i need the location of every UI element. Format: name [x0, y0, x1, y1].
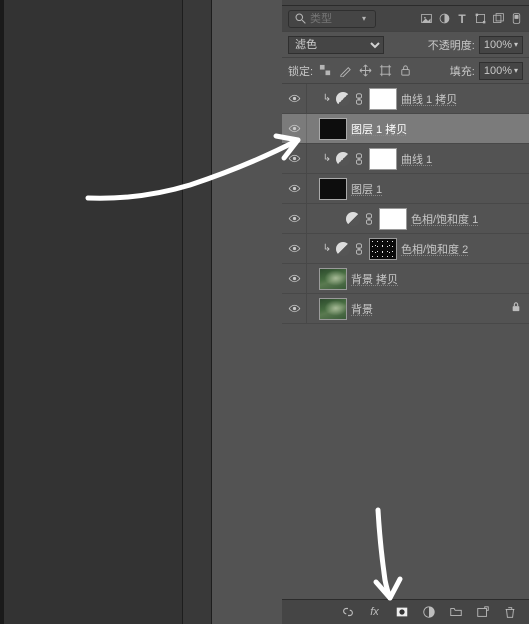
clip-indicator-icon: ↳ — [321, 153, 333, 164]
mask-link-icon[interactable] — [353, 153, 365, 165]
layer-name[interactable]: 色相/饱和度 2 — [401, 241, 468, 257]
layer-name[interactable]: 图层 1 拷贝 — [351, 121, 407, 137]
fill-value[interactable]: 100%▾ — [479, 62, 523, 80]
adjustment-icon — [346, 212, 360, 226]
adjustment-icon — [336, 242, 350, 256]
layer-thumbnail[interactable] — [319, 118, 347, 140]
chevron-down-icon: ▾ — [357, 12, 371, 26]
lock-fill-row: 锁定: 填充: 100%▾ — [282, 58, 529, 84]
lock-label: 锁定: — [288, 63, 313, 79]
filter-smart-icon[interactable] — [491, 12, 505, 26]
visibility-toggle[interactable] — [282, 244, 306, 253]
layer-name[interactable]: 曲线 1 — [401, 151, 432, 167]
new-adjustment-icon[interactable] — [421, 605, 436, 620]
chevron-down-icon: ▾ — [514, 40, 518, 49]
layer-row[interactable]: ↳ 色相/饱和度 2 — [282, 234, 529, 264]
layer-thumbnail[interactable] — [369, 88, 397, 110]
filter-image-icon[interactable] — [419, 12, 433, 26]
layer-thumbnail[interactable] — [319, 298, 347, 320]
filter-text-icon[interactable]: T — [455, 12, 469, 26]
new-group-icon[interactable] — [448, 605, 463, 620]
blend-opacity-row: 滤色 不透明度: 100%▾ — [282, 32, 529, 58]
layers-list[interactable]: ↳ 曲线 1 拷贝图层 1 拷贝 ↳ 曲线 1 图层 1 色相/饱和度 1 ↳ 色相/饱和度 … — [282, 84, 529, 599]
layer-row[interactable]: ↳ 曲线 1 拷贝 — [282, 84, 529, 114]
visibility-toggle[interactable] — [282, 274, 306, 283]
filter-toggle-switch[interactable] — [509, 12, 523, 26]
fx-icon[interactable]: fx — [367, 605, 382, 620]
mask-link-icon[interactable] — [363, 213, 375, 225]
lock-icon[interactable] — [511, 301, 521, 316]
mask-link-icon[interactable] — [353, 243, 365, 255]
link-layers-icon[interactable] — [340, 605, 355, 620]
clip-indicator-icon: ↳ — [321, 93, 333, 104]
adjustment-icon — [336, 92, 350, 106]
search-icon — [293, 12, 307, 26]
layers-panel: ▾ T 滤色 不透明度: 100%▾ 锁定: — [282, 0, 529, 624]
lock-pixels-icon[interactable] — [337, 63, 353, 79]
adjustment-icon — [336, 152, 350, 166]
layer-thumbnail[interactable] — [379, 208, 407, 230]
layer-name[interactable]: 背景 — [351, 301, 373, 317]
visibility-toggle[interactable] — [282, 124, 306, 133]
layer-row[interactable]: 色相/饱和度 1 — [282, 204, 529, 234]
filter-shape-icon[interactable] — [473, 12, 487, 26]
chevron-down-icon: ▾ — [514, 66, 518, 75]
new-layer-icon[interactable] — [475, 605, 490, 620]
layer-row[interactable]: ↳ 曲线 1 — [282, 144, 529, 174]
layer-filter-select[interactable]: ▾ — [288, 10, 376, 28]
canvas-area — [0, 0, 182, 624]
blend-mode-select[interactable]: 滤色 — [288, 36, 384, 54]
layer-thumbnail[interactable] — [369, 238, 397, 260]
layer-name[interactable]: 图层 1 — [351, 181, 382, 197]
lock-position-icon[interactable] — [357, 63, 373, 79]
layer-row[interactable]: 背景 — [282, 294, 529, 324]
visibility-toggle[interactable] — [282, 94, 306, 103]
visibility-toggle[interactable] — [282, 184, 306, 193]
lock-all-icon[interactable] — [397, 63, 413, 79]
layer-name[interactable]: 曲线 1 拷贝 — [401, 91, 457, 107]
lock-transparent-icon[interactable] — [317, 63, 333, 79]
fill-label: 填充: — [450, 63, 475, 79]
panel-gutter-2 — [212, 0, 282, 624]
panel-gutter — [182, 0, 212, 624]
filter-adjustment-icon[interactable] — [437, 12, 451, 26]
layer-filter-row: ▾ T — [282, 6, 529, 32]
add-mask-icon[interactable] — [394, 605, 409, 620]
layer-row[interactable]: 背景 拷贝 — [282, 264, 529, 294]
layer-name[interactable]: 背景 拷贝 — [351, 271, 398, 287]
delete-layer-icon[interactable] — [502, 605, 517, 620]
layer-filter-input[interactable] — [310, 13, 354, 25]
layers-panel-footer: fx — [282, 599, 529, 624]
visibility-toggle[interactable] — [282, 214, 306, 223]
layer-row[interactable]: 图层 1 — [282, 174, 529, 204]
visibility-toggle[interactable] — [282, 304, 306, 313]
layer-thumbnail[interactable] — [369, 148, 397, 170]
layer-row[interactable]: 图层 1 拷贝 — [282, 114, 529, 144]
clip-indicator-icon: ↳ — [321, 243, 333, 254]
lock-artboard-icon[interactable] — [377, 63, 393, 79]
opacity-value[interactable]: 100%▾ — [479, 36, 523, 54]
mask-link-icon[interactable] — [353, 93, 365, 105]
opacity-label: 不透明度: — [428, 37, 475, 53]
layer-thumbnail[interactable] — [319, 268, 347, 290]
layer-name[interactable]: 色相/饱和度 1 — [411, 211, 478, 227]
layer-thumbnail[interactable] — [319, 178, 347, 200]
visibility-toggle[interactable] — [282, 154, 306, 163]
